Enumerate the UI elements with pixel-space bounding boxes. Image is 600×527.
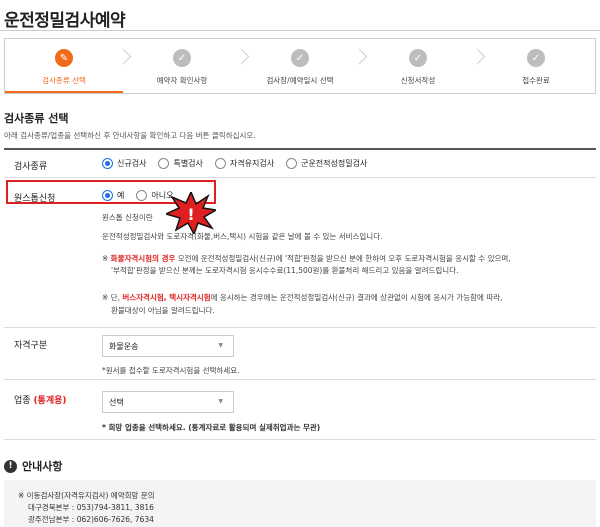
radio-military-exam[interactable]: 군운전적성정밀검사 bbox=[286, 158, 367, 169]
radio-new-exam[interactable]: 신규검사 bbox=[102, 158, 146, 169]
radio-button[interactable] bbox=[286, 158, 298, 169]
qualification-row: 자격구분 화물운송 ▼ *원서를 접수할 도로자격시험을 선택하세요. bbox=[4, 328, 596, 380]
check-icon: ✓ bbox=[409, 49, 427, 67]
guide-line: ※ 이동검사장(자격유지검사) 예약희망 문의 bbox=[18, 491, 155, 500]
onestop-info-desc: 운전적성정밀검사와 도로자격(화물,버스,택시) 시험을 같은 날에 볼 수 있… bbox=[102, 232, 383, 241]
step-label: 예약자 확인사항 bbox=[156, 76, 208, 85]
qualification-select[interactable]: 화물운송 ▼ bbox=[102, 335, 234, 357]
step-label: 검사종류 선택 bbox=[42, 76, 86, 85]
guide-box: ※ 이동검사장(자격유지검사) 예약희망 문의 대구경북본부 : 053)794… bbox=[4, 480, 596, 527]
radio-maintenance-exam[interactable]: 자격유지검사 bbox=[214, 158, 274, 169]
step-label: 접수완료 bbox=[522, 76, 550, 85]
industry-help: * 희망 업종을 선택하세요. (통계자료로 활용되며 실제취업과는 무관) bbox=[102, 423, 321, 432]
page-title: 운전정밀검사예약 bbox=[4, 11, 126, 31]
exam-type-radio-group: 신규검사 특별검사 자격유지검사 군운전적성정밀검사 bbox=[102, 158, 379, 169]
section-title: 검사종류 선택 bbox=[4, 112, 69, 125]
guide-line: 대구경북본부 : 053)794-3811, 3816 bbox=[28, 503, 154, 512]
guide-title: ! 안내사항 bbox=[4, 458, 62, 474]
radio-button[interactable] bbox=[214, 158, 226, 169]
pencil-icon: ✎ bbox=[55, 49, 73, 67]
exclamation-burst-icon: ! bbox=[166, 192, 216, 234]
onestop-note2: ※ 단, 버스자격시험, 택시자격시험에 응시하는 경우에는 운전적성정밀검사(… bbox=[102, 293, 503, 302]
check-icon: ✓ bbox=[527, 49, 545, 67]
exam-type-label: 검사종류 bbox=[14, 162, 48, 172]
step-complete: ✓ 접수완료 bbox=[477, 39, 595, 93]
exam-type-row: 검사종류 신규검사 특별검사 자격유지검사 군운전적성정밀검사 bbox=[4, 150, 596, 178]
qualification-label: 자격구분 bbox=[14, 341, 48, 351]
chevron-down-icon: ▼ bbox=[218, 398, 223, 405]
onestop-info-title: 원스톱 신청이란 bbox=[102, 213, 153, 222]
alert-icon: ! bbox=[4, 459, 17, 473]
check-icon: ✓ bbox=[173, 49, 191, 67]
chevron-down-icon: ▼ bbox=[218, 342, 223, 349]
radio-button[interactable] bbox=[158, 158, 170, 169]
onestop-note2-line2: 환불대상이 아님을 알려드립니다. bbox=[111, 306, 215, 315]
qualification-help: *원서를 접수할 도로자격시험을 선택하세요. bbox=[102, 366, 240, 375]
industry-row: 업종 (통계용) 선택 ▼ * 희망 업종을 선택하세요. (통계자료로 활용되며… bbox=[4, 380, 596, 440]
guide-line: 광주전남본부 : 062)606-7626, 7634 bbox=[28, 515, 154, 524]
step-location-date: ✓ 검사장/예약일시 선택 bbox=[241, 39, 359, 93]
industry-label: 업종 (통계용) bbox=[14, 396, 67, 406]
title-divider bbox=[0, 30, 600, 31]
industry-select[interactable]: 선택 ▼ bbox=[102, 391, 234, 413]
step-label: 검사장/예약일시 선택 bbox=[266, 76, 334, 85]
onestop-note1-line2: '부적합'판정을 받으신 분께는 도로자격시험 응시수수료(11,500원)를 … bbox=[111, 266, 459, 275]
step-exam-type: ✎ 검사종류 선택 bbox=[5, 39, 123, 93]
step-confirm: ✓ 예약자 확인사항 bbox=[123, 39, 241, 93]
radio-button[interactable] bbox=[102, 158, 113, 169]
progress-steps: ✎ 검사종류 선택 ✓ 예약자 확인사항 ✓ 검사장/예약일시 선택 ✓ 신청서… bbox=[4, 38, 596, 94]
svg-text:!: ! bbox=[187, 205, 194, 224]
radio-special-exam[interactable]: 특별검사 bbox=[158, 158, 203, 169]
onestop-note1: ※ 화물자격시험의 경우 오전에 운전적성정밀검사(신규)에 '적합'판정을 받… bbox=[102, 254, 511, 263]
check-icon: ✓ bbox=[291, 49, 309, 67]
step-application: ✓ 신청서작성 bbox=[359, 39, 477, 93]
section-description: 아래 검사종류/업종을 선택하신 후 안내사항을 확인하고 다음 버튼 클릭하십… bbox=[4, 131, 256, 140]
step-label: 신청서작성 bbox=[400, 76, 436, 85]
